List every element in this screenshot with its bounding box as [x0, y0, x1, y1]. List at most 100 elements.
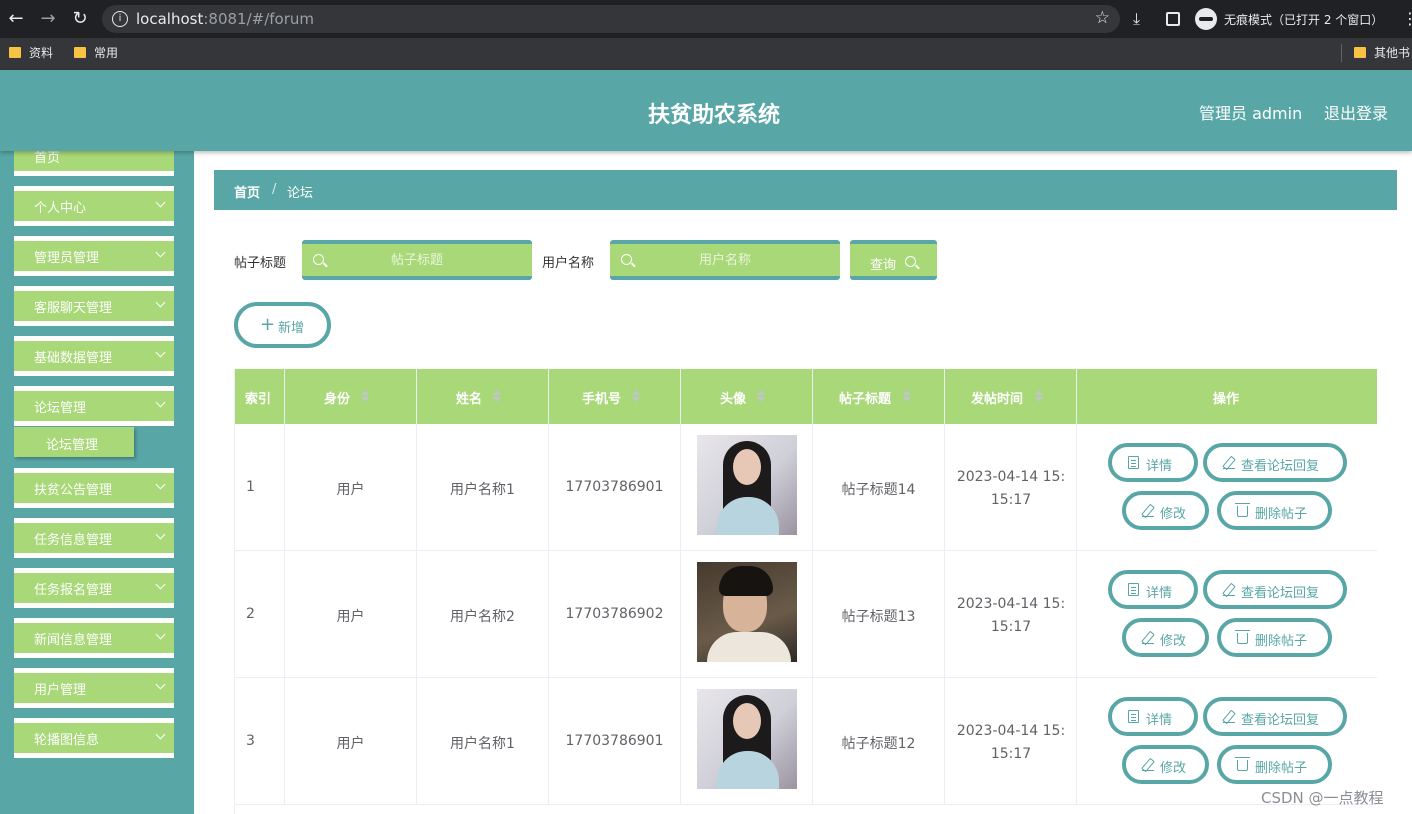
bookmark-folder-ziliao[interactable]: 资料 [9, 44, 53, 62]
sort-icon[interactable] [1035, 390, 1043, 402]
sidebar-item-task-info[interactable]: 任务信息管理 [14, 518, 174, 558]
avatar[interactable] [697, 689, 797, 789]
chevron-down-icon [155, 529, 166, 540]
cell-phone: 17703786901 [549, 678, 681, 804]
search-title-input[interactable] [302, 244, 532, 276]
delete-post-button[interactable]: 删除帖子 [1217, 618, 1332, 657]
sidebar-item-forum[interactable]: 论坛管理 [14, 386, 174, 426]
sidebar-item-home[interactable]: 首页 [14, 151, 174, 176]
detail-button[interactable]: 详情 [1108, 697, 1198, 736]
trash-icon [1235, 503, 1250, 517]
download-icon[interactable]: ⤓ [1133, 9, 1140, 29]
chevron-down-icon [155, 479, 166, 490]
column-header-phone[interactable]: 手机号 [549, 369, 681, 424]
view-replies-button[interactable]: 查看论坛回复 [1203, 443, 1347, 482]
search-icon [905, 256, 916, 267]
cell-phone: 17703786902 [549, 551, 681, 677]
logout-link[interactable]: 退出登录 [1324, 100, 1388, 124]
search-user-field[interactable] [610, 240, 840, 280]
sidebar-item-news[interactable]: 新闻信息管理 [14, 618, 174, 658]
breadcrumb-current: 论坛 [287, 186, 314, 201]
forum-table: 索引 身份 姓名 手机号 头像 帖子标题 发帖时间 操作 1 用户 用户名称1 … [234, 369, 1377, 814]
sort-icon[interactable] [632, 390, 640, 402]
avatar[interactable] [697, 562, 797, 662]
edit-pen-icon [1223, 710, 1235, 724]
edit-button[interactable]: 修改 [1122, 745, 1209, 784]
view-replies-button[interactable]: 查看论坛回复 [1203, 570, 1347, 609]
bookmark-folder-other[interactable]: 其他书 [1354, 44, 1410, 62]
column-header-avatar[interactable]: 头像 [681, 369, 813, 424]
sidebar-item-label: 管理员管理 [34, 251, 100, 266]
detail-button[interactable]: 详情 [1108, 570, 1198, 609]
side-panel-icon[interactable] [1166, 12, 1180, 26]
detail-button[interactable]: 详情 [1108, 443, 1198, 482]
site-info-icon[interactable]: i [112, 11, 128, 27]
avatar[interactable] [697, 435, 797, 535]
folder-icon [1354, 47, 1366, 58]
sort-icon[interactable] [493, 390, 501, 402]
cell-actions: 详情 查看论坛回复 修改 删除帖子 [1077, 424, 1377, 550]
incognito-label[interactable]: 无痕模式（已打开 2 个窗口） [1224, 11, 1383, 28]
bookmark-folder-changyong[interactable]: 常用 [74, 44, 118, 62]
cell-name: 用户名称1 [417, 678, 549, 804]
document-icon [1128, 456, 1139, 469]
view-replies-button[interactable]: 查看论坛回复 [1203, 697, 1347, 736]
folder-icon [74, 47, 86, 58]
sidebar: 首页 个人中心 管理员管理 客服聊天管理 基础数据管理 论坛管理 论坛管理 扶贫… [0, 151, 194, 814]
sidebar-item-task-signup[interactable]: 任务报名管理 [14, 568, 174, 608]
document-icon [1128, 710, 1139, 723]
forward-arrow-icon[interactable]: → [37, 8, 59, 30]
url-text[interactable]: localhost:8081/#/forum [136, 10, 314, 28]
column-header-index[interactable]: 索引 [235, 369, 285, 424]
sort-icon[interactable] [757, 390, 765, 402]
breadcrumb-home[interactable]: 首页 [234, 182, 260, 201]
chevron-down-icon [155, 679, 166, 690]
column-header-actions: 操作 [1077, 369, 1377, 424]
browser-toolbar: ← → ↻ i localhost:8081/#/forum ☆ ⤓ 无痕模式（… [0, 0, 1412, 38]
sidebar-item-label: 新闻信息管理 [34, 633, 113, 648]
edit-button[interactable]: 修改 [1122, 491, 1209, 530]
sidebar-item-personal-center[interactable]: 个人中心 [14, 186, 174, 226]
chevron-down-icon [155, 297, 166, 308]
sidebar-item-admin[interactable]: 管理员管理 [14, 236, 174, 276]
sidebar-subitem-forum[interactable]: 论坛管理 [14, 427, 134, 457]
delete-post-button[interactable]: 删除帖子 [1217, 491, 1332, 530]
breadcrumb-separator: / [272, 182, 277, 197]
cell-phone: 17703786901 [549, 424, 681, 550]
search-user-label: 用户名称 [542, 256, 595, 271]
cell-name: 用户名称2 [417, 551, 549, 677]
search-user-input[interactable] [610, 244, 840, 276]
sidebar-item-carousel[interactable]: 轮播图信息 [14, 718, 174, 758]
delete-post-button[interactable]: 删除帖子 [1217, 745, 1332, 784]
add-button[interactable]: + 新增 [234, 302, 331, 348]
edit-button[interactable]: 修改 [1122, 618, 1209, 657]
cell-index: 2 [235, 551, 285, 677]
sidebar-item-chat[interactable]: 客服聊天管理 [14, 286, 174, 326]
sidebar-item-users[interactable]: 用户管理 [14, 668, 174, 708]
search-title-field[interactable] [302, 240, 532, 280]
sidebar-item-notice[interactable]: 扶贫公告管理 [14, 468, 174, 508]
back-arrow-icon[interactable]: ← [5, 8, 27, 30]
column-header-post-title[interactable]: 帖子标题 [813, 369, 945, 424]
chevron-down-icon [155, 197, 166, 208]
column-header-post-time[interactable]: 发帖时间 [945, 369, 1077, 424]
address-bar[interactable]: i localhost:8081/#/forum ☆ [102, 5, 1120, 33]
column-header-name[interactable]: 姓名 [417, 369, 549, 424]
admin-label: 管理员 admin [1199, 104, 1303, 123]
reload-icon[interactable]: ↻ [69, 8, 91, 30]
search-title-label: 帖子标题 [234, 256, 287, 271]
query-button[interactable]: 查询 [850, 240, 937, 280]
incognito-icon[interactable] [1195, 8, 1217, 30]
browser-menu-icon[interactable]: ⋮ [1402, 9, 1412, 28]
bookmark-star-icon[interactable]: ☆ [1095, 8, 1110, 28]
edit-pen-icon [1223, 456, 1235, 470]
sort-icon[interactable] [903, 390, 911, 402]
cell-avatar [681, 551, 813, 677]
sidebar-item-basic-data[interactable]: 基础数据管理 [14, 336, 174, 376]
cell-role: 用户 [285, 678, 417, 804]
sidebar-item-label: 轮播图信息 [34, 733, 100, 748]
sidebar-subitem-label: 论坛管理 [46, 438, 99, 453]
column-header-role[interactable]: 身份 [285, 369, 417, 424]
sort-icon[interactable] [361, 390, 369, 402]
cell-post-time: 2023-04-14 15:15:17 [945, 678, 1077, 804]
